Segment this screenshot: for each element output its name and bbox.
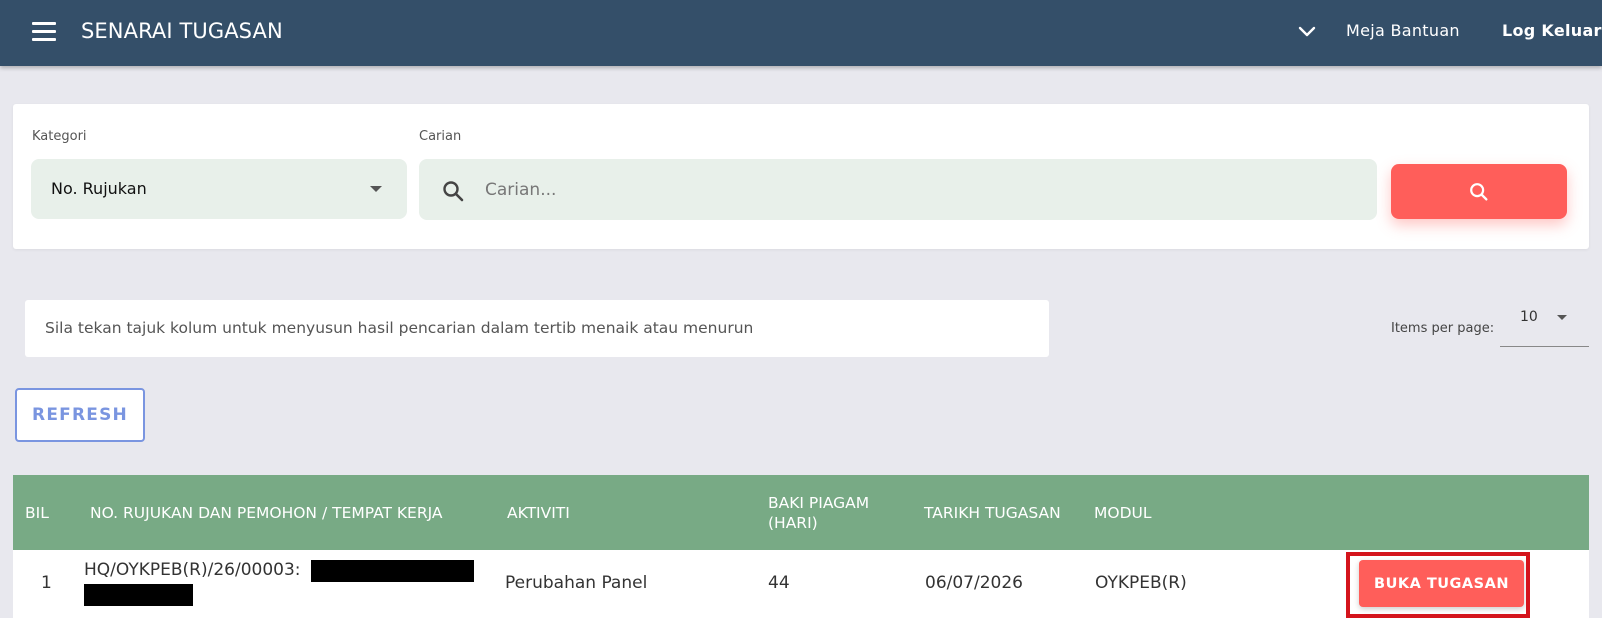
search-label: Carian bbox=[419, 129, 462, 144]
cell-bil: 1 bbox=[41, 573, 52, 593]
open-task-button[interactable]: BUKA TUGASAN bbox=[1359, 560, 1524, 607]
cell-baki-piagam: 44 bbox=[768, 573, 790, 593]
table-header: BIL NO. RUJUKAN DAN PEMOHON / TEMPAT KER… bbox=[13, 475, 1589, 550]
category-label: Kategori bbox=[32, 129, 87, 144]
refresh-button[interactable]: REFRESH bbox=[15, 388, 145, 442]
category-select[interactable]: No. Rujukan bbox=[31, 159, 407, 219]
chevron-down-icon[interactable] bbox=[1297, 22, 1317, 42]
cell-modul: OYKPEB(R) bbox=[1095, 573, 1187, 593]
column-header-aktiviti[interactable]: AKTIVITI bbox=[507, 503, 570, 523]
cell-aktiviti: Perubahan Panel bbox=[505, 573, 648, 593]
search-icon bbox=[1470, 183, 1488, 201]
filter-card: Kategori Carian No. Rujukan bbox=[13, 104, 1589, 249]
dropdown-arrow-icon bbox=[1557, 315, 1567, 320]
redacted-block bbox=[311, 560, 474, 582]
redacted-block bbox=[84, 584, 193, 606]
help-desk-link[interactable]: Meja Bantuan bbox=[1346, 21, 1460, 40]
column-header-rujukan[interactable]: NO. RUJUKAN DAN PEMOHON / TEMPAT KERJA bbox=[90, 503, 443, 523]
search-field bbox=[419, 159, 1377, 220]
logout-link[interactable]: Log Keluar bbox=[1502, 21, 1602, 40]
cell-rujukan: HQ/OYKPEB(R)/26/00003: bbox=[84, 560, 301, 580]
column-header-bil[interactable]: BIL bbox=[25, 503, 49, 523]
search-input[interactable] bbox=[485, 159, 1355, 220]
column-header-baki-piagam[interactable]: BAKI PIAGAM (HARI) bbox=[768, 493, 888, 533]
items-per-page-value: 10 bbox=[1520, 309, 1538, 325]
column-header-tarikh[interactable]: TARIKH TUGASAN bbox=[924, 503, 1061, 523]
cell-tarikh: 06/07/2026 bbox=[925, 573, 1023, 593]
dropdown-arrow-icon bbox=[370, 186, 382, 192]
sort-hint-text: Sila tekan tajuk kolum untuk menyusun ha… bbox=[45, 319, 754, 337]
sort-hint-box: Sila tekan tajuk kolum untuk menyusun ha… bbox=[25, 300, 1049, 357]
items-per-page-label: Items per page: bbox=[1391, 321, 1495, 336]
menu-icon[interactable] bbox=[32, 22, 56, 42]
page-title: SENARAI TUGASAN bbox=[81, 19, 283, 43]
table-row: 1 HQ/OYKPEB(R)/26/00003: Perubahan Panel… bbox=[13, 550, 1589, 618]
column-header-modul[interactable]: MODUL bbox=[1094, 503, 1152, 523]
category-select-value: No. Rujukan bbox=[51, 179, 147, 198]
search-icon bbox=[441, 179, 465, 203]
search-button[interactable] bbox=[1391, 164, 1567, 219]
top-app-bar: SENARAI TUGASAN Meja Bantuan Log Keluar bbox=[0, 0, 1602, 66]
items-per-page-select[interactable]: 10 bbox=[1500, 300, 1589, 347]
